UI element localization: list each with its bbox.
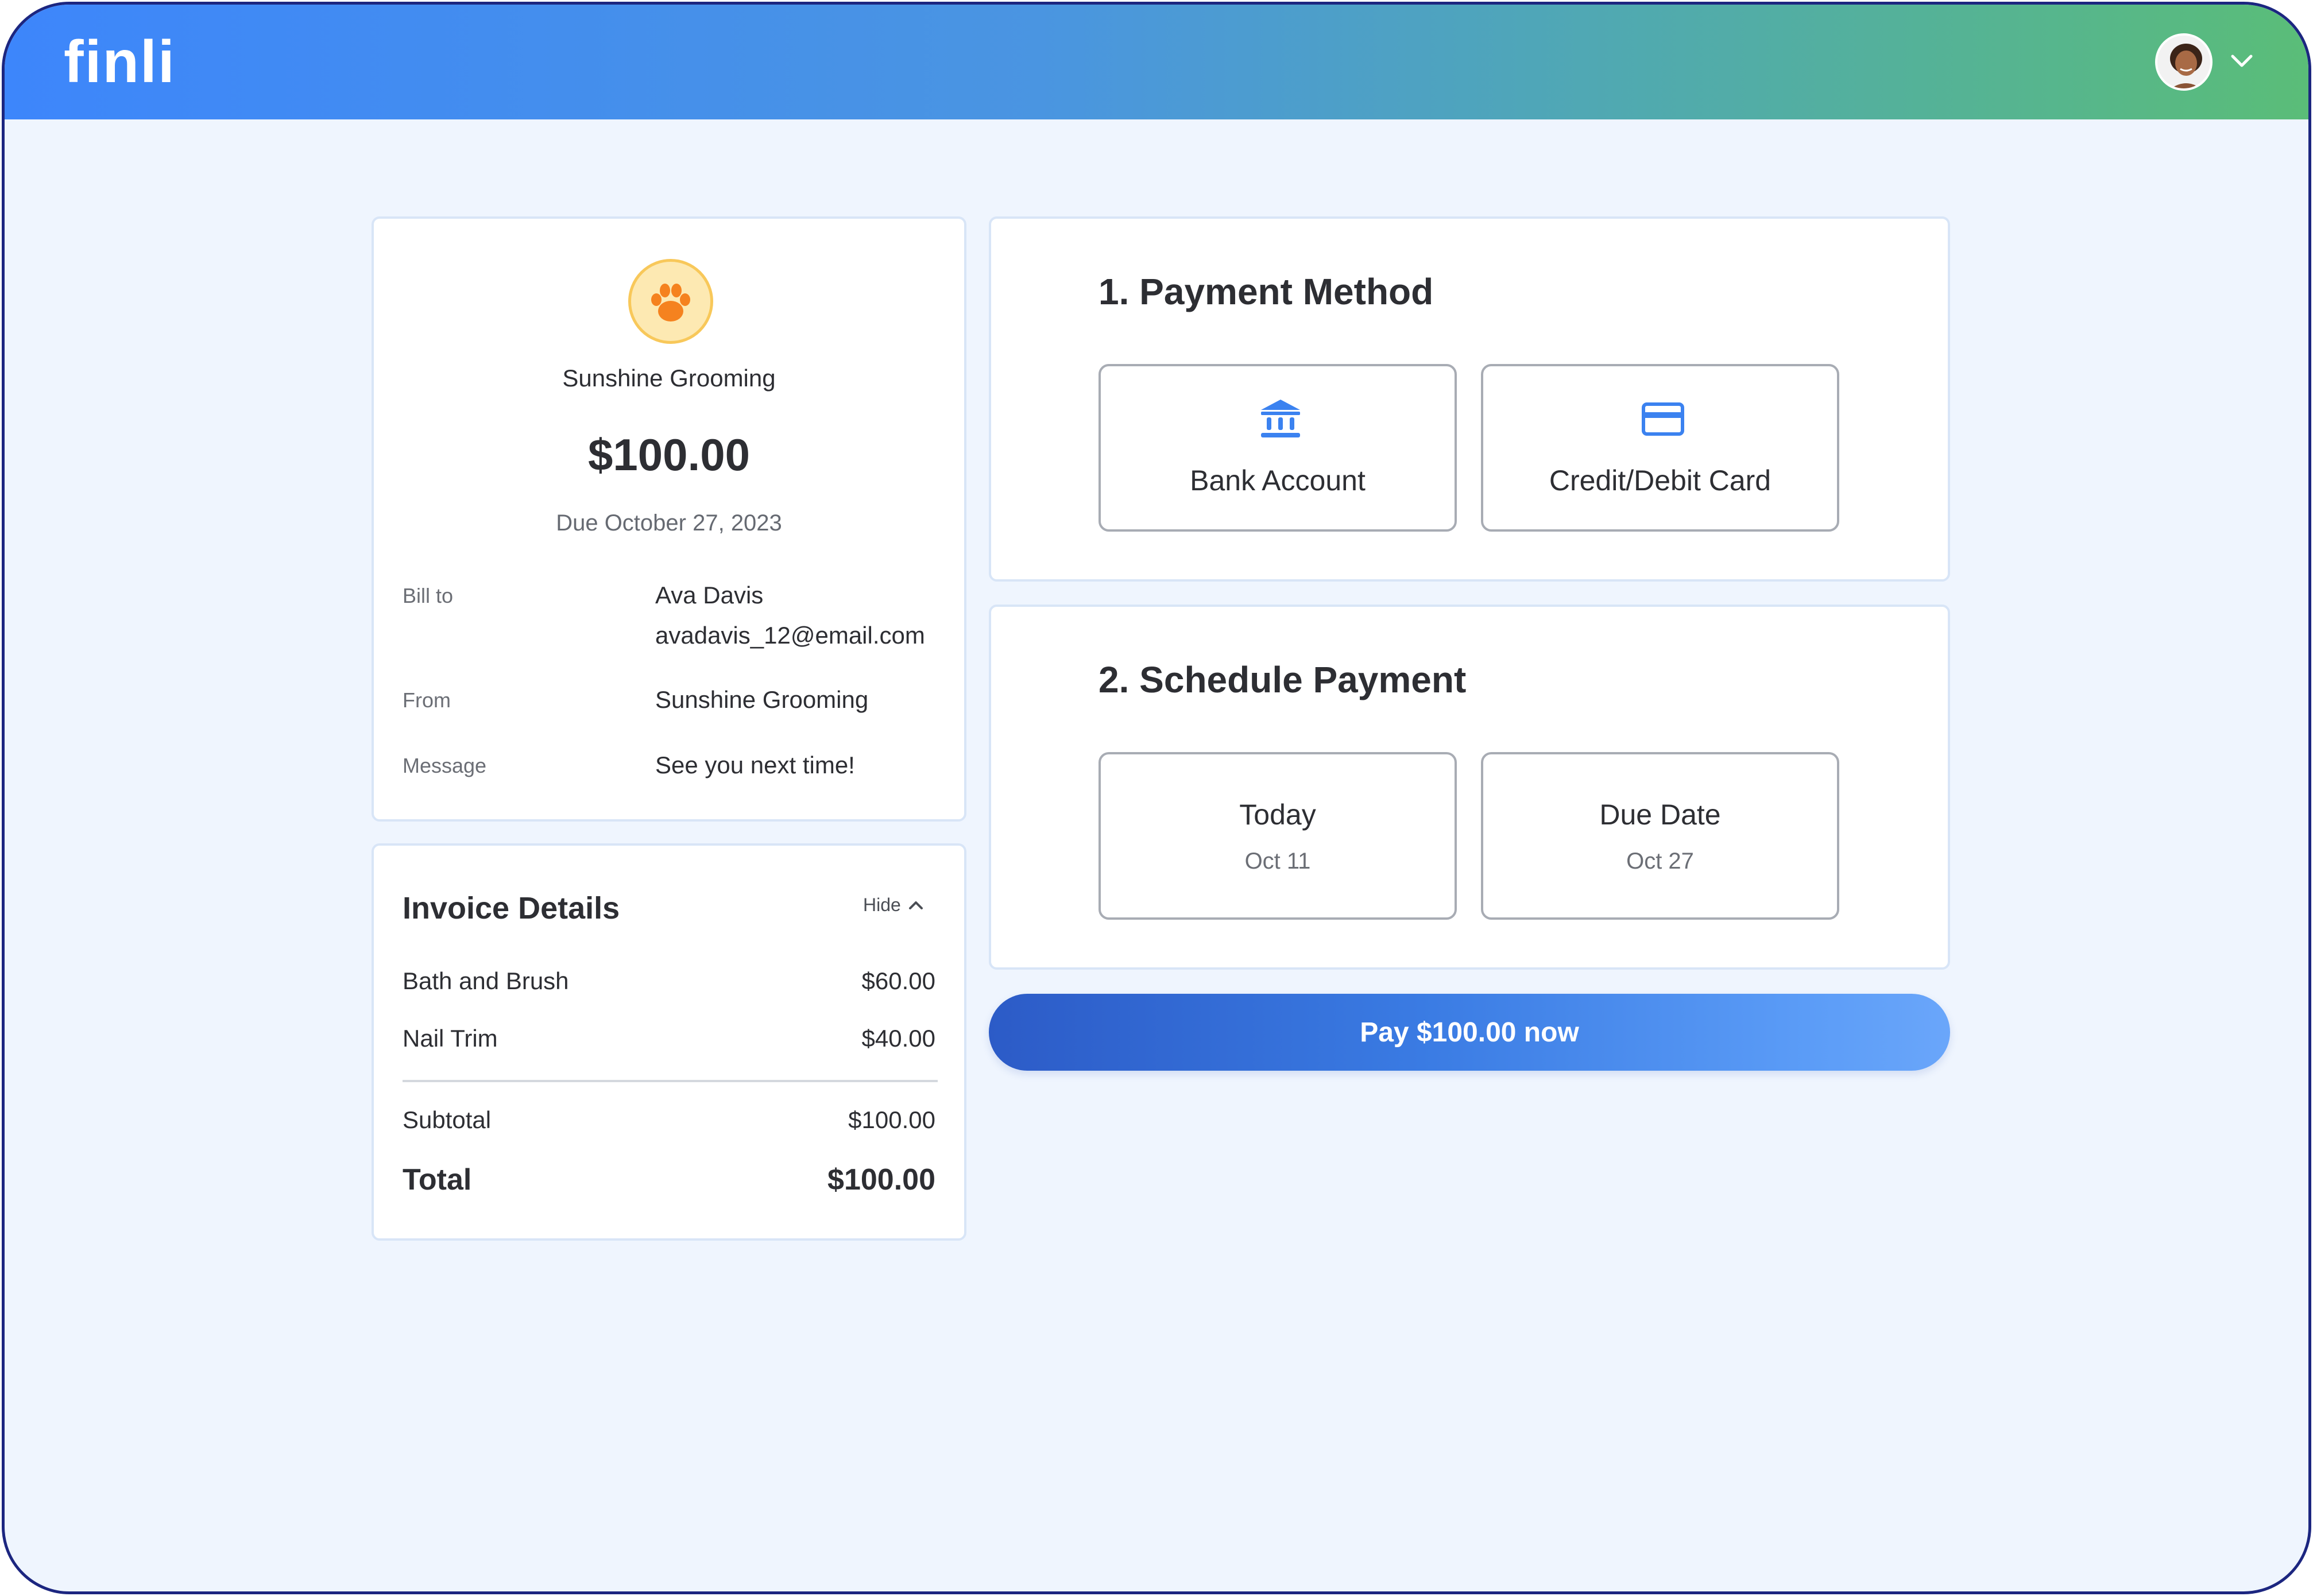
line-item-label: Nail Trim — [403, 1025, 498, 1052]
pay-due-date-option[interactable]: Due Date Oct 27 — [1481, 752, 1839, 920]
avatar-image — [2157, 36, 2210, 88]
due-date: Due October 27, 2023 — [556, 510, 782, 536]
option-date: Oct 27 — [1626, 849, 1694, 874]
invoice-amount: $100.00 — [588, 429, 750, 480]
credit-card-option[interactable]: Credit/Debit Card — [1481, 364, 1839, 532]
bill-to-label: Bill to — [403, 584, 454, 607]
invoice-details-card: Invoice Details Hide Bath and Brush $60.… — [372, 843, 966, 1241]
subtotal-label: Subtotal — [403, 1106, 492, 1133]
hide-label: Hide — [863, 894, 901, 915]
pay-today-option[interactable]: Today Oct 11 — [1099, 752, 1457, 920]
invoice-summary-card: Sunshine Grooming $100.00 Due October 27… — [372, 216, 966, 822]
chevron-down-icon[interactable] — [2230, 52, 2253, 69]
subtotal-value: $100.00 — [848, 1106, 935, 1133]
option-label: Credit/Debit Card — [1549, 464, 1772, 497]
message-value: See you next time! — [655, 751, 855, 778]
paw-icon — [651, 284, 690, 321]
bank-icon — [1261, 400, 1300, 437]
option-label: Today — [1239, 799, 1316, 831]
payment-method-title: 1. Payment Method — [1099, 271, 1434, 312]
divider — [403, 1080, 938, 1082]
app-window: finli Sunshine Grooming $100.00 Due Octo… — [2, 2, 2311, 1594]
option-label: Bank Account — [1190, 464, 1366, 497]
option-date: Oct 11 — [1244, 849, 1311, 874]
total-label: Total — [403, 1163, 472, 1196]
credit-card-icon — [1642, 402, 1684, 436]
line-item-amount: $60.00 — [861, 967, 935, 994]
line-item-label: Bath and Brush — [403, 967, 569, 994]
finli-logo[interactable]: finli — [64, 32, 176, 92]
top-bar: finli — [5, 5, 2308, 119]
schedule-payment-title: 2. Schedule Payment — [1099, 659, 1467, 700]
user-avatar[interactable] — [2155, 33, 2213, 91]
bank-account-option[interactable]: Bank Account — [1099, 364, 1457, 532]
from-value: Sunshine Grooming — [655, 686, 869, 713]
from-label: From — [403, 688, 451, 712]
invoice-details-title: Invoice Details — [403, 891, 620, 925]
total-value: $100.00 — [827, 1163, 935, 1196]
line-item-amount: $40.00 — [861, 1025, 935, 1052]
option-label: Due Date — [1599, 799, 1721, 831]
bill-to-name: Ava Davis — [655, 582, 764, 609]
schedule-payment-card: 2. Schedule Payment Today Oct 11 Due Dat… — [989, 605, 1950, 970]
message-label: Message — [403, 754, 487, 777]
payment-method-card: 1. Payment Method Bank Account Credit/De… — [989, 216, 1950, 582]
bill-to-email: avadavis_12@email.com — [655, 622, 925, 649]
pay-now-button[interactable]: Pay $100.00 now — [989, 994, 1950, 1071]
merchant-name: Sunshine Grooming — [562, 365, 776, 392]
merchant-logo — [628, 259, 713, 344]
chevron-up-icon — [908, 901, 923, 909]
hide-details-toggle[interactable]: Hide — [863, 894, 924, 916]
